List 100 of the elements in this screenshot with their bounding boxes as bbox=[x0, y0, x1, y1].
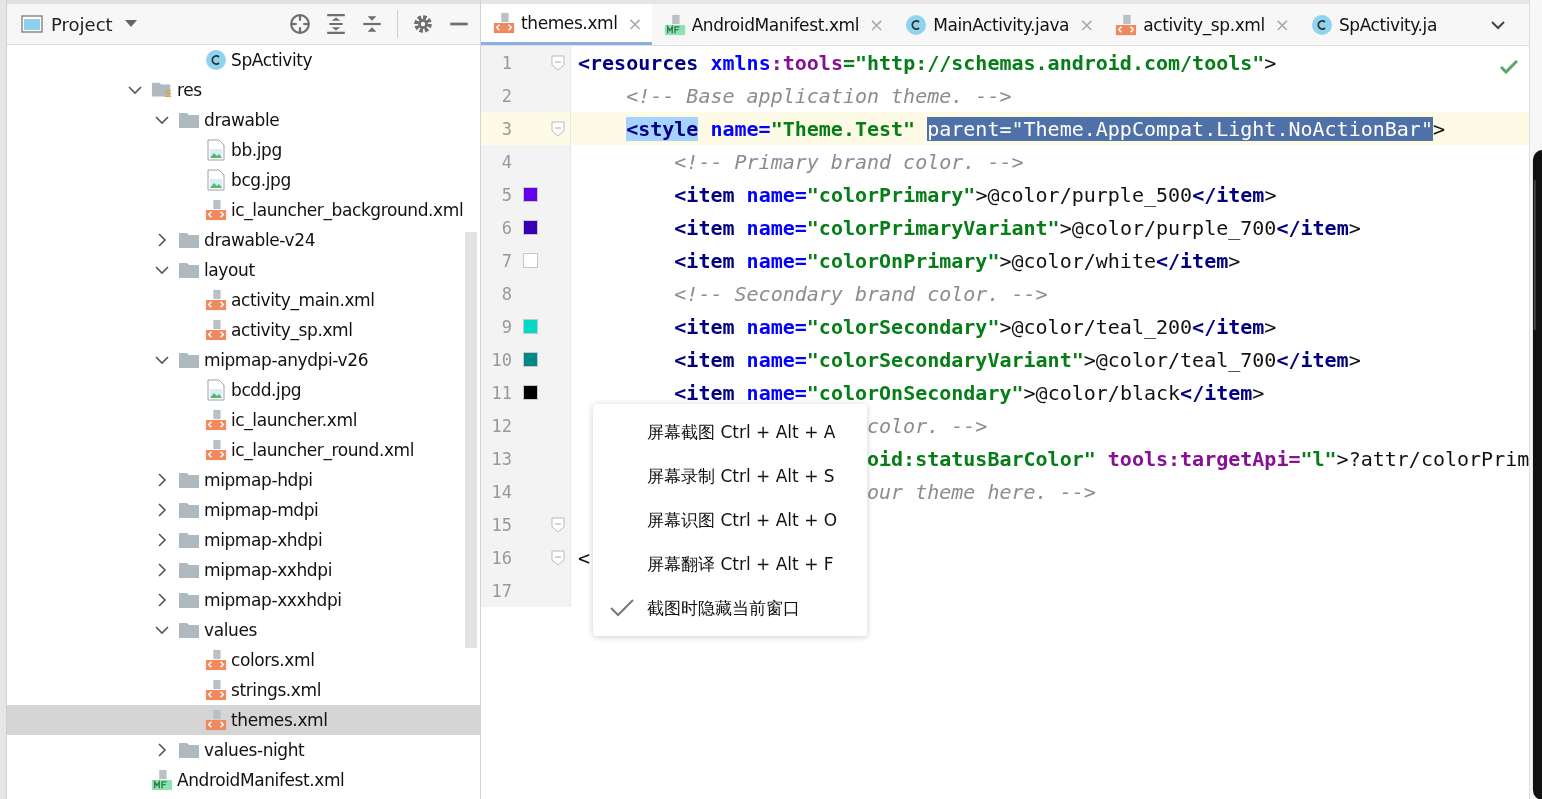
tree-item-label: colors.xml bbox=[231, 650, 315, 670]
fold-marker-icon[interactable] bbox=[551, 120, 565, 137]
color-swatch[interactable] bbox=[522, 187, 538, 202]
fold-marker-icon[interactable] bbox=[551, 516, 565, 533]
panel-title[interactable]: Project bbox=[51, 13, 113, 35]
tree-item[interactable]: bb.jpg bbox=[7, 135, 480, 165]
code-token: :tools bbox=[770, 50, 843, 75]
tree-item[interactable]: mipmap-anydpi-v26 bbox=[7, 345, 480, 375]
code-token: > bbox=[1264, 50, 1277, 75]
menu-item[interactable]: 屏幕识图 Ctrl + Alt + O bbox=[593, 498, 867, 542]
code-token: >@color/purple_700 bbox=[1059, 215, 1277, 240]
code-token: name= bbox=[745, 215, 807, 240]
chevron-right-icon[interactable] bbox=[157, 563, 167, 577]
tree-item[interactable]: mipmap-hdpi bbox=[7, 465, 480, 495]
tree-item[interactable]: drawable-v24 bbox=[7, 225, 480, 255]
color-swatch[interactable] bbox=[522, 220, 538, 235]
color-swatch[interactable] bbox=[522, 385, 538, 400]
editor-tab[interactable]: activity_sp.xml × bbox=[1103, 4, 1299, 45]
tree-item[interactable]: ic_launcher_background.xml bbox=[7, 195, 480, 225]
fold-marker-icon[interactable] bbox=[551, 54, 565, 71]
tree-item-label: mipmap-hdpi bbox=[204, 470, 313, 490]
tree-item[interactable]: strings.xml bbox=[7, 675, 480, 705]
color-swatch[interactable] bbox=[522, 319, 538, 334]
chevron-right-icon[interactable] bbox=[157, 503, 167, 517]
code-token: > bbox=[1252, 380, 1265, 405]
code-token: name= bbox=[745, 182, 807, 207]
tree-item[interactable]: bcg.jpg bbox=[7, 165, 480, 195]
chevron-right-icon[interactable] bbox=[157, 743, 167, 757]
chevron-right-icon[interactable] bbox=[157, 473, 167, 487]
code-token: name= bbox=[745, 314, 807, 339]
class-icon bbox=[905, 13, 928, 36]
code-token: >@color/white bbox=[999, 248, 1156, 273]
code-token: oid:statusBarColor" bbox=[867, 446, 1096, 471]
tree-item[interactable]: layout bbox=[7, 255, 480, 285]
tree-item[interactable]: mipmap-xxhdpi bbox=[7, 555, 480, 585]
xml-file-icon bbox=[205, 289, 227, 311]
tree-item-label: activity_main.xml bbox=[231, 290, 375, 310]
code-token: > bbox=[1228, 248, 1241, 273]
chevron-down-icon[interactable] bbox=[155, 115, 169, 125]
tree-item-label: bb.jpg bbox=[231, 140, 282, 160]
chevron-down-icon[interactable] bbox=[128, 85, 142, 95]
tree-item[interactable]: drawable bbox=[7, 105, 480, 135]
code-token: <item bbox=[674, 215, 735, 240]
color-swatch[interactable] bbox=[522, 253, 538, 268]
tree-item[interactable]: ic_launcher.xml bbox=[7, 405, 480, 435]
tree-item[interactable]: values-night bbox=[7, 735, 480, 765]
class-icon bbox=[205, 49, 227, 71]
tree-item-label: values-night bbox=[204, 740, 305, 760]
locate-icon[interactable] bbox=[289, 13, 311, 35]
tree-item[interactable]: activity_main.xml bbox=[7, 285, 480, 315]
chevron-right-icon[interactable] bbox=[157, 593, 167, 607]
menu-item[interactable]: 屏幕截图 Ctrl + Alt + A bbox=[593, 410, 867, 454]
menu-item[interactable]: 屏幕录制 Ctrl + Alt + S bbox=[593, 454, 867, 498]
editor-tab[interactable]: SpActivity.ja bbox=[1298, 4, 1446, 45]
scrollbar[interactable] bbox=[465, 232, 477, 648]
editor-tab[interactable]: themes.xml × bbox=[481, 4, 652, 45]
code-token: >@color/purple_500 bbox=[975, 182, 1193, 207]
color-swatch[interactable] bbox=[522, 352, 538, 367]
chevron-down-icon[interactable] bbox=[155, 355, 169, 365]
tree-item[interactable]: bcdd.jpg bbox=[7, 375, 480, 405]
tree-item-label: themes.xml bbox=[231, 710, 328, 730]
tree-item[interactable]: colors.xml bbox=[7, 645, 480, 675]
dropdown-caret-icon[interactable] bbox=[124, 20, 137, 28]
settings-icon[interactable] bbox=[412, 13, 434, 35]
image-file-icon bbox=[205, 169, 227, 191]
editor-tab[interactable]: AndroidManifest.xml × bbox=[651, 4, 894, 45]
code-token: "colorPrimary" bbox=[806, 182, 976, 207]
chevron-down-icon[interactable] bbox=[155, 265, 169, 275]
collapse-all-icon[interactable] bbox=[361, 13, 383, 35]
code-token: color. --> bbox=[867, 413, 988, 438]
tree-item[interactable]: themes.xml bbox=[7, 705, 480, 735]
tree-item[interactable]: mipmap-xhdpi bbox=[7, 525, 480, 555]
chevron-down-icon[interactable] bbox=[155, 625, 169, 635]
tree-item-label: drawable bbox=[204, 110, 280, 130]
code-token: tools:targetApi= bbox=[1106, 446, 1301, 471]
line-number: 9 bbox=[500, 316, 512, 337]
tree-item-label: mipmap-xxxhdpi bbox=[204, 590, 342, 610]
fold-marker-icon[interactable] bbox=[551, 549, 565, 566]
code-token: > bbox=[1432, 116, 1445, 141]
tree-item[interactable]: AndroidManifest.xml bbox=[7, 765, 480, 795]
manifest-file-icon bbox=[663, 13, 686, 36]
tree-item[interactable]: values bbox=[7, 615, 480, 645]
tree-item[interactable]: SpActivity bbox=[7, 45, 480, 75]
expand-all-icon[interactable] bbox=[325, 13, 347, 35]
menu-item[interactable]: 屏幕翻译 Ctrl + Alt + F bbox=[593, 542, 867, 586]
editor-tab[interactable]: MainActivity.java × bbox=[893, 4, 1104, 45]
code-token: </item bbox=[1192, 314, 1265, 339]
tree-item[interactable]: ic_launcher_round.xml bbox=[7, 435, 480, 465]
menu-item[interactable]: 截图时隐藏当前窗口 bbox=[593, 586, 867, 630]
chevron-right-icon[interactable] bbox=[157, 533, 167, 547]
chevron-right-icon[interactable] bbox=[157, 233, 167, 247]
code-token: > bbox=[1264, 182, 1277, 207]
tree-item[interactable]: mipmap-xxxhdpi bbox=[7, 585, 480, 615]
tree-item[interactable]: res bbox=[7, 75, 480, 105]
tree-item[interactable]: activity_sp.xml bbox=[7, 315, 480, 345]
code-token: "colorSecondaryVariant" bbox=[806, 347, 1084, 372]
code-token: </item bbox=[1276, 347, 1349, 372]
tree-item[interactable]: mipmap-mdpi bbox=[7, 495, 480, 525]
chevron-down-icon[interactable] bbox=[1491, 19, 1506, 30]
tree-item-label: bcdd.jpg bbox=[231, 380, 302, 400]
